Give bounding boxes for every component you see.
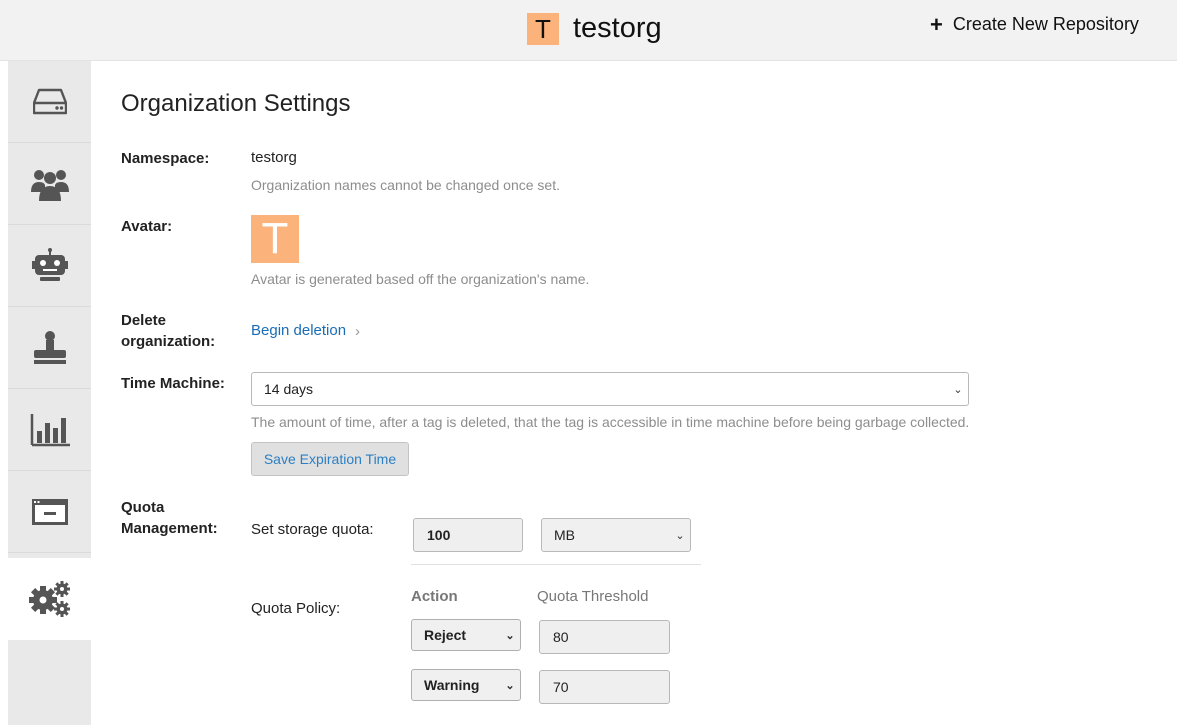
quota-unit-selected: MB	[554, 527, 575, 543]
create-repository-button[interactable]: + Create New Repository	[930, 11, 1139, 37]
namespace-label: Namespace:	[121, 150, 210, 167]
quota-threshold-input[interactable]: 70	[539, 670, 670, 704]
create-repository-label: Create New Repository	[952, 14, 1139, 34]
sidebar	[8, 61, 91, 725]
delete-org-label-line1: Delete	[121, 312, 167, 329]
page-title: Organization Settings	[121, 90, 351, 117]
sidebar-item-repositories[interactable]	[8, 61, 91, 143]
namespace-help: Organization names cannot be changed onc…	[251, 177, 560, 193]
save-expiration-time-button[interactable]: Save Expiration Time	[251, 442, 409, 476]
chevron-down-icon: ⌄	[505, 629, 515, 642]
namespace-value: testorg	[251, 149, 297, 166]
storage-quota-input[interactable]: 100	[413, 518, 523, 552]
default-permissions-stamp-icon	[33, 330, 66, 364]
threshold-column-header: Quota Threshold	[537, 588, 649, 605]
org-name: testorg	[573, 12, 662, 44]
sidebar-item-usage-logs[interactable]	[8, 389, 91, 471]
repository-drive-icon	[32, 88, 67, 114]
chevron-right-icon: ›	[355, 323, 360, 340]
sidebar-item-settings[interactable]	[8, 558, 91, 640]
applications-window-icon	[31, 498, 68, 525]
time-machine-selected: 14 days	[264, 381, 314, 397]
quota-threshold-input[interactable]: 80	[539, 620, 670, 654]
quota-action-select[interactable]: Reject ⌄	[411, 619, 521, 651]
plus-icon: +	[930, 11, 943, 37]
time-machine-label: Time Machine:	[121, 375, 225, 392]
begin-deletion-link[interactable]: Begin deletion	[251, 322, 346, 339]
teams-users-icon	[30, 169, 69, 201]
robot-accounts-icon	[31, 247, 68, 281]
quota-action-selected: Reject	[424, 627, 467, 643]
chevron-down-icon: ⌄	[505, 679, 515, 692]
quota-label-line2: Management:	[121, 520, 218, 537]
sidebar-item-default-permissions[interactable]	[8, 307, 91, 389]
sidebar-item-applications[interactable]	[8, 471, 91, 553]
quota-label-line1: Quota	[121, 499, 165, 516]
org-avatar: T	[251, 215, 299, 263]
quota-action-select[interactable]: Warning ⌄	[411, 669, 521, 701]
chevron-down-icon: ⌄	[675, 529, 685, 542]
org-avatar-badge: T	[527, 13, 559, 45]
settings-gears-icon	[28, 581, 70, 617]
sidebar-item-robot-accounts[interactable]	[8, 225, 91, 307]
avatar-label: Avatar:	[121, 218, 173, 235]
sidebar-item-teams[interactable]	[8, 143, 91, 225]
storage-quota-label: Set storage quota:	[251, 521, 374, 538]
quota-policy-label: Quota Policy:	[251, 600, 341, 617]
time-machine-select[interactable]: 14 days ⌄	[251, 372, 969, 406]
usage-logs-chart-icon	[30, 413, 70, 446]
divider	[411, 564, 701, 565]
action-column-header: Action	[411, 588, 458, 605]
top-header: T testorg + Create New Repository	[0, 0, 1177, 61]
quota-action-selected: Warning	[424, 677, 480, 693]
delete-org-label-line2: organization:	[121, 333, 216, 350]
quota-unit-select[interactable]: MB ⌄	[541, 518, 691, 552]
chevron-down-icon: ⌄	[953, 383, 963, 396]
avatar-help: Avatar is generated based off the organi…	[251, 271, 590, 287]
time-machine-help: The amount of time, after a tag is delet…	[251, 414, 970, 430]
